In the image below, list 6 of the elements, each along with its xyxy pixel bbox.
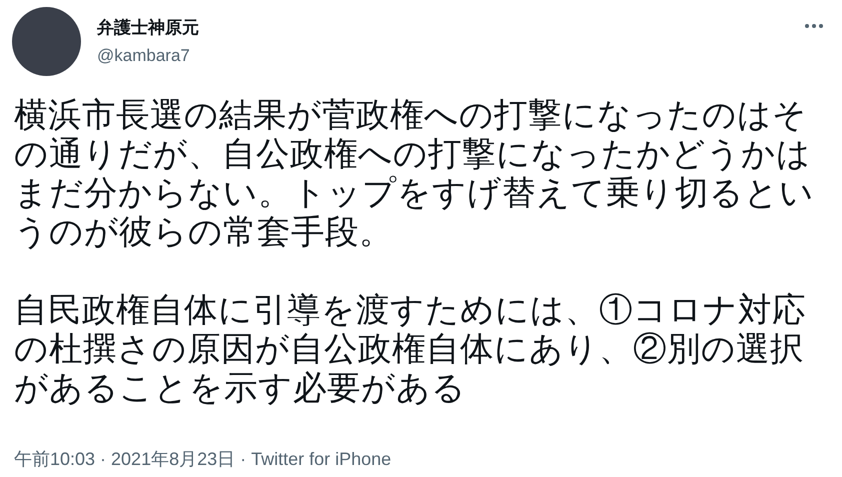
more-options-icon[interactable]: [804, 23, 824, 29]
author-name[interactable]: 弁護士神原元: [97, 17, 199, 39]
author-handle[interactable]: @kambara7: [97, 45, 199, 67]
tweet-text: 自民政権自体に引導を渡すためには、①コロナ対応の杜撰さの原因が自公政権自体にあり、②別の選択があることを示す必要がある: [14, 291, 807, 408]
tweet-text: 横浜市長選の結果が菅政権への打撃になったのはその通りだが、自公政権への打撃になったかどうかはまだ分からない。トップをすげ替えて乗り切るというのが彼らの常套手段。: [14, 96, 815, 252]
tweet-timestamp: 午前10:03 · 2021年8月23日 · Twitter for iPhone: [13, 448, 392, 471]
